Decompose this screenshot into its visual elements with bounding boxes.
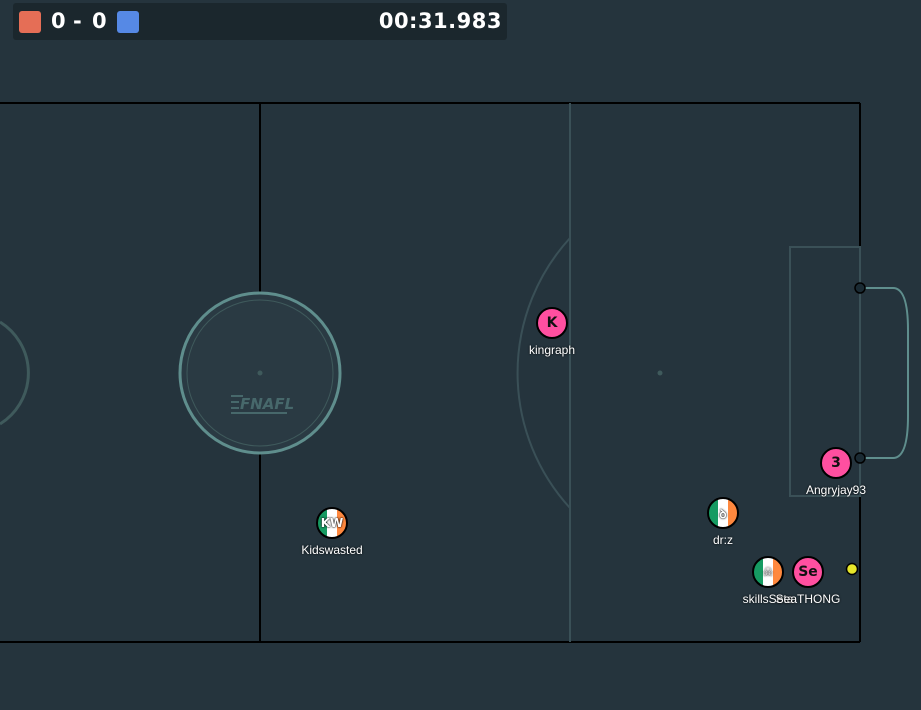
player-seathong: Se SeaTHONG	[776, 556, 840, 606]
player-disc: 3	[820, 447, 852, 479]
player-disc: K	[536, 307, 568, 339]
league-logo: FNAFL	[231, 395, 294, 414]
goal-post-top	[854, 282, 866, 294]
player-avatar: KW	[320, 516, 344, 530]
goal-post-bottom	[854, 452, 866, 464]
scoreboard: 0 - 0 00:31.983	[13, 3, 507, 40]
goal-net	[860, 287, 909, 459]
player-disc: ꝺ	[707, 497, 739, 529]
center-spot	[257, 370, 263, 376]
player-kidswasted: KW Kidswasted	[301, 507, 363, 557]
player-name: Angryjay93	[805, 483, 867, 497]
blue-score: 0	[92, 9, 107, 33]
red-score: 0	[51, 9, 66, 33]
player-name: kingraph	[528, 343, 576, 357]
blue-team-swatch	[117, 11, 139, 33]
player-avatar: 3	[831, 455, 841, 471]
player-skills: ☠ skillsSeta	[743, 556, 793, 606]
player-name: SeaTHONG	[775, 592, 841, 606]
player-avatar: K	[546, 315, 558, 331]
ball	[845, 562, 859, 576]
player-avatar: ☠	[762, 565, 774, 579]
player-disc: Se	[792, 556, 824, 588]
player-name: dr:z	[712, 533, 734, 547]
penalty-arc	[516, 237, 571, 509]
player-avatar: ꝺ	[719, 506, 727, 521]
player-avatar: Se	[798, 564, 818, 580]
red-team-swatch	[19, 11, 41, 33]
player-disc: KW	[316, 507, 348, 539]
player-kingraph: K kingraph	[529, 307, 575, 357]
player-angryjay93: 3 Angryjay93	[806, 447, 866, 497]
player-drz: ꝺ dr:z	[707, 497, 739, 547]
logo-text: FNAFL	[240, 395, 294, 413]
penalty-spot	[657, 370, 663, 376]
player-name: Kidswasted	[301, 543, 363, 557]
left-arc	[0, 320, 30, 426]
player-disc: ☠	[752, 556, 784, 588]
match-timer: 00:31.983	[378, 9, 502, 33]
score-separator: -	[73, 9, 82, 33]
